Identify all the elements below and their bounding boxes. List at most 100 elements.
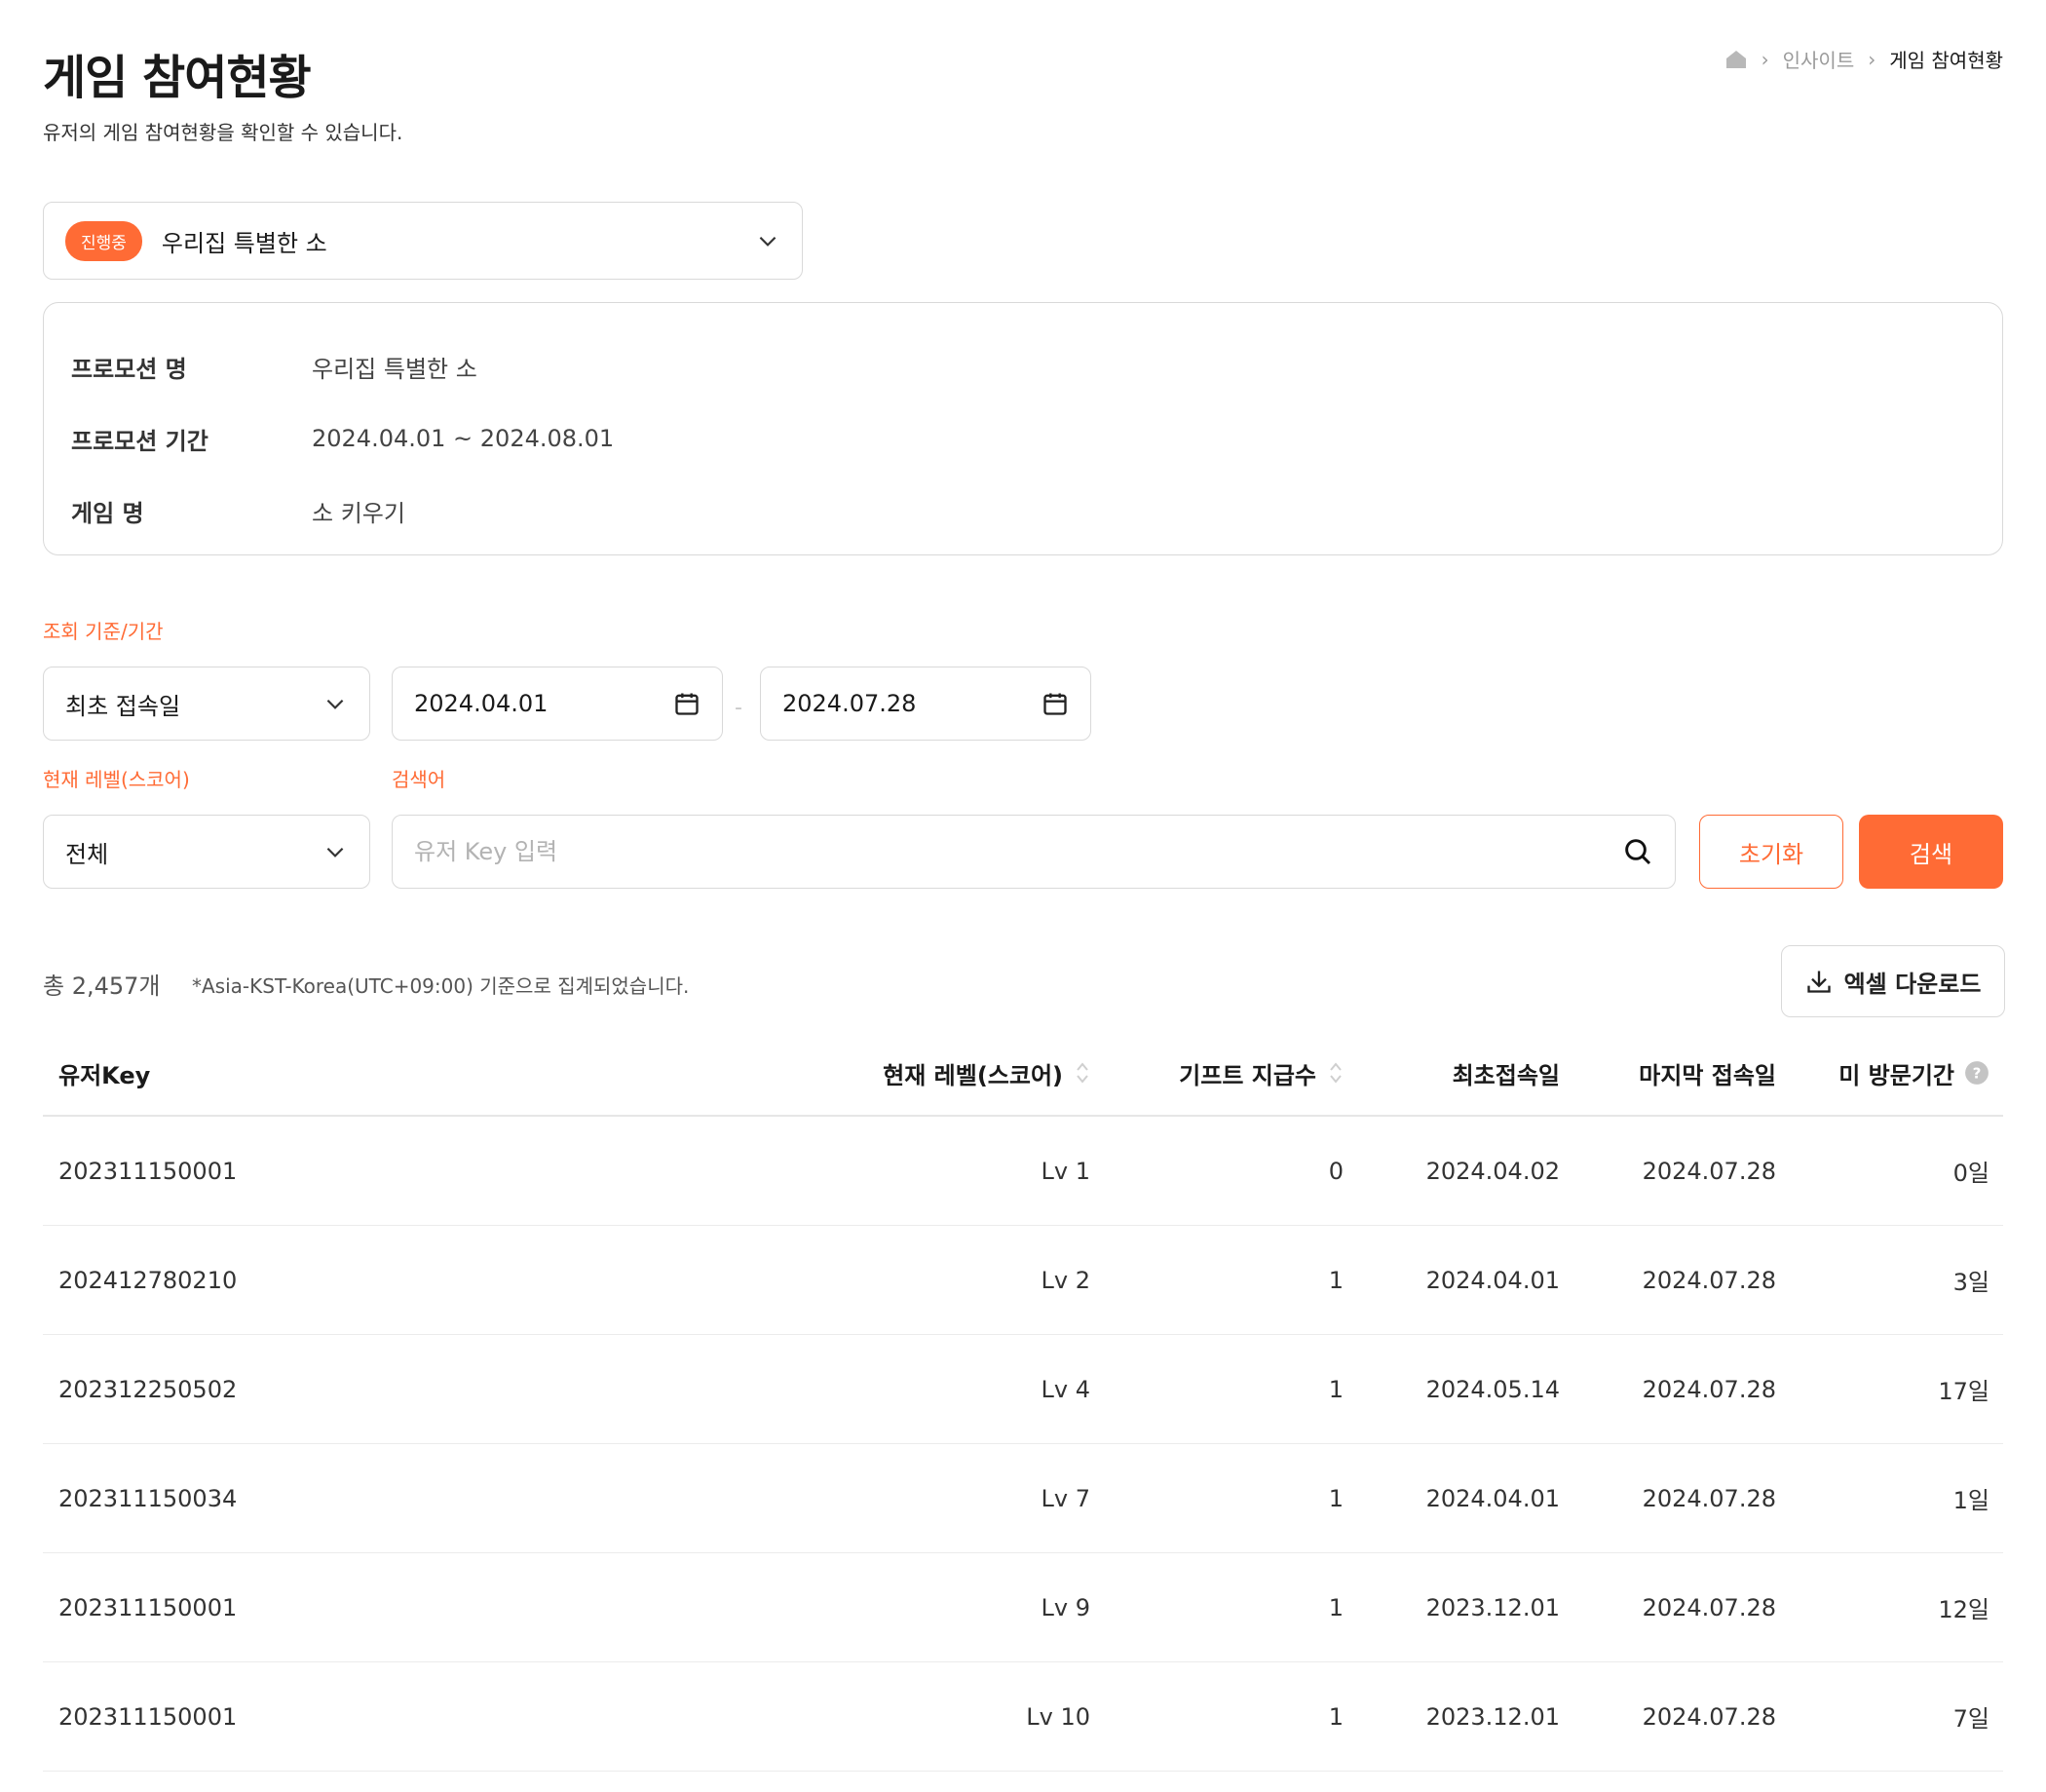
cell-gift-count: 1 — [1328, 1702, 1344, 1731]
download-icon — [1806, 971, 1831, 993]
cell-last-visit: 2024.07.28 — [1642, 1157, 1776, 1185]
info-label: 게임 명 — [71, 499, 144, 527]
column-header-label: 미 방문기간 — [1838, 1061, 1954, 1089]
promotion-select[interactable]: 진행중 우리집 특별한 소 — [43, 202, 803, 280]
info-label: 프로모션 기간 — [71, 427, 208, 455]
promotion-info-card: 프로모션 명 우리집 특별한 소 프로모션 기간 2024.04.01 ~ 20… — [43, 302, 2003, 555]
calendar-icon[interactable] — [673, 690, 701, 717]
participation-table: 유저Key 현재 레벨(스코어) 기프트 지급수 최초접속일 마지막 접속일 미… — [43, 1031, 2003, 1772]
cell-user-key: 202311150001 — [58, 1157, 238, 1185]
search-field — [392, 815, 1676, 889]
cell-absence: 7일 — [1952, 1705, 1989, 1733]
table-row[interactable]: 202311150034 Lv 7 1 2024.04.01 2024.07.2… — [43, 1444, 2003, 1553]
cell-level: Lv 9 — [1041, 1593, 1090, 1621]
column-header-first-visit: 최초접속일 — [1452, 1061, 1560, 1089]
timezone-note: *Asia-KST-Korea(UTC+09:00) 기준으로 집계되었습니다. — [192, 974, 690, 998]
search-input[interactable] — [414, 838, 1622, 865]
sort-icon[interactable] — [1075, 1060, 1090, 1086]
date-range-separator: - — [735, 696, 742, 720]
search-icon[interactable] — [1622, 836, 1653, 867]
cell-last-visit: 2024.07.28 — [1642, 1266, 1776, 1294]
calendar-icon[interactable] — [1042, 690, 1069, 717]
cell-first-visit: 2024.04.01 — [1425, 1266, 1560, 1294]
total-count: 총 2,457개 — [43, 972, 161, 1000]
cell-first-visit: 2024.04.02 — [1425, 1157, 1560, 1185]
chevron-down-icon — [326, 847, 344, 858]
info-row-promotion-period: 프로모션 기간 2024.04.01 ~ 2024.08.01 — [71, 402, 1975, 475]
cell-gift-count: 1 — [1328, 1484, 1344, 1512]
cell-first-visit: 2023.12.01 — [1425, 1702, 1560, 1731]
breadcrumb-item-current: 게임 참여현황 — [1889, 49, 2003, 72]
home-icon[interactable] — [1724, 49, 1748, 70]
start-date-value: 2024.04.01 — [414, 690, 549, 717]
period-type-select[interactable]: 최초 접속일 — [43, 667, 370, 741]
table-row[interactable]: 202311150001 Lv 1 0 2024.04.02 2024.07.2… — [43, 1117, 2003, 1226]
page-subtitle: 유저의 게임 참여현황을 확인할 수 있습니다. — [43, 121, 403, 144]
column-header-last-visit: 마지막 접속일 — [1639, 1061, 1776, 1089]
search-button[interactable]: 검색 — [1859, 815, 2003, 889]
end-date-value: 2024.07.28 — [782, 690, 917, 717]
cell-last-visit: 2024.07.28 — [1642, 1702, 1776, 1731]
excel-download-button[interactable]: 엑셀 다운로드 — [1781, 945, 2005, 1017]
cell-level: Lv 4 — [1041, 1375, 1090, 1403]
cell-level: Lv 10 — [1026, 1702, 1090, 1731]
cell-gift-count: 1 — [1328, 1266, 1344, 1294]
period-filter-label: 조회 기준/기간 — [43, 620, 164, 643]
level-select[interactable]: 전체 — [43, 815, 370, 889]
cell-absence: 12일 — [1938, 1596, 1989, 1623]
cell-user-key: 202312250502 — [58, 1375, 238, 1403]
cell-user-key: 202311150034 — [58, 1484, 238, 1512]
info-label: 프로모션 명 — [71, 355, 187, 383]
cell-gift-count: 1 — [1328, 1375, 1344, 1403]
cell-user-key: 202311150001 — [58, 1702, 238, 1731]
breadcrumb-item-insight[interactable]: 인사이트 — [1783, 45, 1855, 73]
cell-level: Lv 1 — [1041, 1157, 1090, 1185]
keyword-filter-label: 검색어 — [392, 768, 446, 791]
info-value: 2024.04.01 ~ 2024.08.01 — [312, 425, 615, 452]
period-type-value: 최초 접속일 — [65, 692, 181, 720]
level-select-value: 전체 — [65, 840, 109, 868]
table-row[interactable]: 202311150001 Lv 10 1 2023.12.01 2024.07.… — [43, 1662, 2003, 1772]
table-row[interactable]: 202311150001 Lv 9 1 2023.12.01 2024.07.2… — [43, 1553, 2003, 1662]
cell-user-key: 202412780210 — [58, 1266, 238, 1294]
table-row[interactable]: 202412780210 Lv 2 1 2024.04.01 2024.07.2… — [43, 1226, 2003, 1335]
cell-last-visit: 2024.07.28 — [1642, 1375, 1776, 1403]
column-header-label: 기프트 지급수 — [1179, 1061, 1316, 1089]
chevron-right-icon: › — [1761, 47, 1769, 71]
chevron-down-icon — [326, 699, 344, 709]
table-row[interactable]: 202312250502 Lv 4 1 2024.05.14 2024.07.2… — [43, 1335, 2003, 1444]
column-header-gift-count[interactable]: 기프트 지급수 — [1090, 1056, 1344, 1090]
promotion-select-value: 우리집 특별한 소 — [161, 229, 327, 257]
cell-first-visit: 2024.05.14 — [1425, 1375, 1560, 1403]
end-date-input[interactable]: 2024.07.28 — [760, 667, 1091, 741]
info-value: 소 키우기 — [312, 499, 405, 527]
sort-icon[interactable] — [1328, 1060, 1344, 1086]
cell-last-visit: 2024.07.28 — [1642, 1484, 1776, 1512]
cell-absence: 0일 — [1952, 1160, 1989, 1187]
cell-first-visit: 2023.12.01 — [1425, 1593, 1560, 1621]
cell-user-key: 202311150001 — [58, 1593, 238, 1621]
status-badge: 진행중 — [65, 220, 142, 261]
table-header: 유저Key 현재 레벨(스코어) 기프트 지급수 최초접속일 마지막 접속일 미… — [43, 1031, 2003, 1117]
cell-first-visit: 2024.04.01 — [1425, 1484, 1560, 1512]
excel-download-label: 엑셀 다운로드 — [1843, 970, 1982, 998]
cell-absence: 17일 — [1938, 1378, 1989, 1405]
reset-button[interactable]: 초기화 — [1699, 815, 1843, 889]
cell-gift-count: 1 — [1328, 1593, 1344, 1621]
cell-absence: 3일 — [1952, 1269, 1989, 1296]
cell-level: Lv 2 — [1041, 1266, 1090, 1294]
chevron-right-icon: › — [1868, 47, 1876, 71]
column-header-level[interactable]: 현재 레벨(스코어) — [744, 1056, 1090, 1090]
chevron-down-icon — [759, 236, 777, 247]
info-row-promotion-name: 프로모션 명 우리집 특별한 소 — [71, 330, 1975, 402]
level-filter-label: 현재 레벨(스코어) — [43, 768, 190, 791]
page-title: 게임 참여현황 — [43, 51, 312, 105]
column-header-absence: 미 방문기간 ? — [1776, 1056, 2003, 1090]
start-date-input[interactable]: 2024.04.01 — [392, 667, 723, 741]
info-value: 우리집 특별한 소 — [312, 355, 477, 383]
column-header-user-key: 유저Key — [58, 1061, 151, 1089]
cell-level: Lv 7 — [1041, 1484, 1090, 1512]
help-icon[interactable]: ? — [1964, 1060, 1989, 1086]
cell-absence: 1일 — [1952, 1487, 1989, 1514]
info-row-game-name: 게임 명 소 키우기 — [71, 475, 1975, 547]
